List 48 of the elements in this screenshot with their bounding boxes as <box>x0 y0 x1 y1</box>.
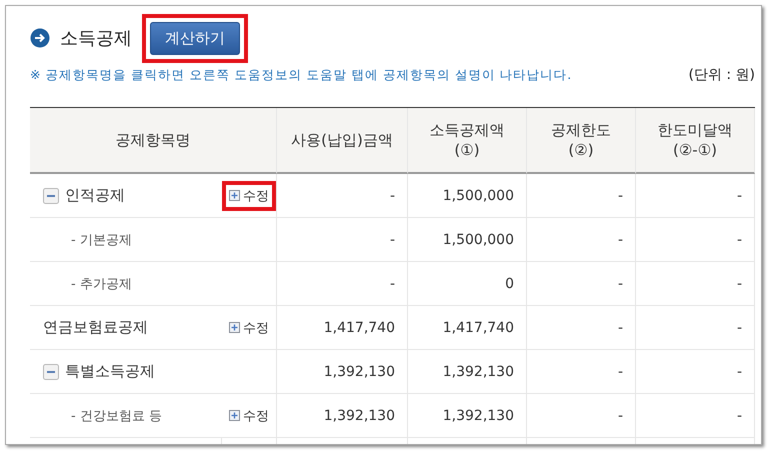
table-cell: - <box>527 350 636 394</box>
table-cell: - <box>527 174 636 218</box>
table-cell: 1,417,740 <box>277 306 408 350</box>
table-cell: - <box>527 262 636 306</box>
section-title: 소득공제 <box>60 27 132 50</box>
table-cell: - <box>636 350 755 394</box>
collapse-icon[interactable] <box>43 364 59 380</box>
table-cell: 1,417,740 <box>408 306 527 350</box>
table-cell: - <box>636 174 755 218</box>
item-name[interactable]: - 추가공제 <box>43 274 132 292</box>
table-cell: 1,392,130 <box>277 350 408 394</box>
column-header: 공제한도 (②) <box>527 108 636 174</box>
table-cell: - <box>527 306 636 350</box>
table-cell: - <box>636 262 755 306</box>
edit-button[interactable]: 수정 <box>229 318 269 336</box>
table-cell: - <box>277 174 408 218</box>
table-cell: - <box>277 262 408 306</box>
calculate-button[interactable]: 계산하기 <box>150 22 240 54</box>
table-cell: - <box>636 218 755 262</box>
table-cell: 0 <box>408 262 527 306</box>
column-header: 소득공제액 (①) <box>408 108 527 174</box>
arrow-circle-icon <box>30 28 50 48</box>
column-header: 공제항목명 <box>30 108 277 174</box>
edit-button[interactable]: 수정 <box>229 186 269 204</box>
collapse-icon[interactable] <box>43 188 59 204</box>
table-cell: - <box>527 218 636 262</box>
plus-box-icon <box>229 410 240 421</box>
table-cell: - <box>636 394 755 438</box>
table-cell: - <box>527 394 636 438</box>
column-header: 한도미달액 (②-①) <box>636 108 755 174</box>
table-cell: 1,392,130 <box>408 394 527 438</box>
table-cell: 1,500,000 <box>408 218 527 262</box>
notice-text: ※ 공제항목명을 클릭하면 오른쪽 도움정보의 도움말 탭에 공제항목의 설명이 나타납니다. <box>30 66 572 84</box>
item-name[interactable]: - 건강보험료 등 <box>43 406 162 424</box>
item-name[interactable]: 연금보험료공제 <box>43 318 148 337</box>
column-header: 사용(납입)금액 <box>277 108 408 174</box>
unit-label: (단위 : 원) <box>688 66 755 84</box>
item-name[interactable]: 특별소득공제 <box>65 362 155 381</box>
table-cell: - <box>636 306 755 350</box>
item-name[interactable]: 인적공제 <box>65 186 125 205</box>
table-cell: 1,500,000 <box>408 174 527 218</box>
plus-box-icon <box>229 322 240 333</box>
item-name[interactable]: - 기본공제 <box>43 230 132 248</box>
table-cell: 1,392,130 <box>408 350 527 394</box>
edit-button[interactable]: 수정 <box>229 406 269 424</box>
table-cell: - <box>277 218 408 262</box>
plus-box-icon <box>229 190 240 201</box>
table-cell: 1,392,130 <box>277 394 408 438</box>
